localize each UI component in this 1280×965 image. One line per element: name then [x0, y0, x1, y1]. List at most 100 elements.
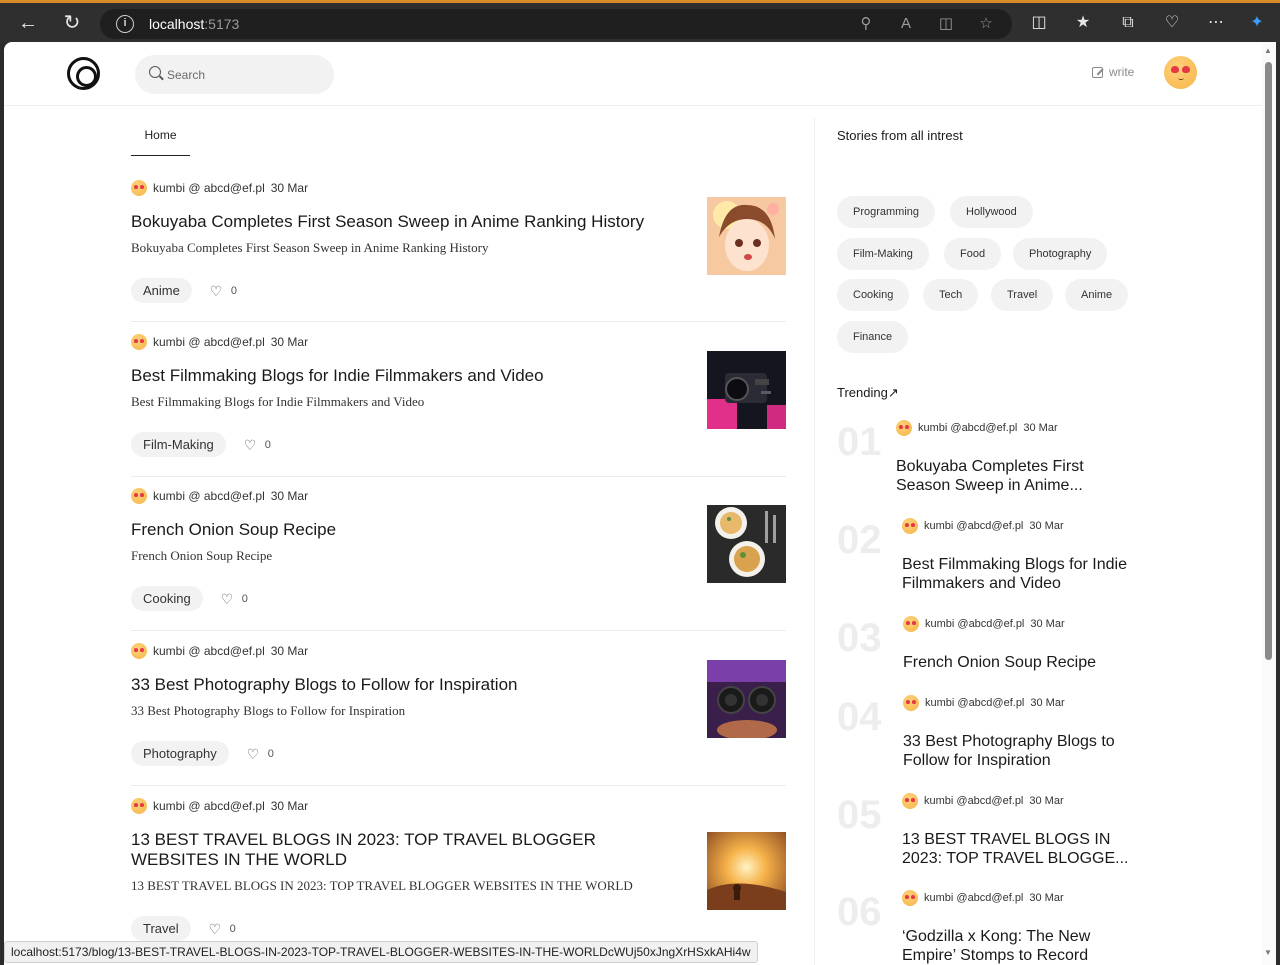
app-available-icon[interactable]: ◫ — [936, 14, 956, 34]
zoom-icon[interactable]: ⚲ — [856, 14, 876, 34]
interest-chip[interactable]: Tech — [923, 279, 979, 311]
browser-essentials-icon[interactable]: ♡ — [1160, 11, 1184, 35]
post-thumbnail[interactable] — [707, 832, 786, 910]
trending-meta: kumbi @abcd@ef.pl 30 Mar — [903, 616, 1065, 632]
address-bar[interactable]: i localhost:5173 ⚲ A ◫ ☆ — [100, 9, 1012, 39]
post-title[interactable]: 13 BEST TRAVEL BLOGS IN 2023: TOP TRAVEL… — [131, 830, 686, 870]
post-card[interactable]: kumbi @ abcd@ef.pl 30 Mar 13 BEST TRAVEL… — [131, 798, 786, 941]
scrollbar-thumb[interactable] — [1265, 62, 1272, 660]
post-card[interactable]: kumbi @ abcd@ef.pl 30 Mar Best Filmmakin… — [131, 334, 786, 457]
post-title[interactable]: French Onion Soup Recipe — [131, 520, 686, 540]
trending-date: 30 Mar — [1030, 697, 1065, 709]
post-author[interactable]: kumbi @ abcd@ef.pl — [153, 799, 265, 813]
author-avatar-icon — [902, 793, 918, 809]
post-date: 30 Mar — [270, 489, 309, 503]
trending-author: kumbi @abcd@ef.pl — [925, 697, 1025, 709]
trending-author: kumbi @abcd@ef.pl — [924, 892, 1024, 904]
browser-toolbar: ← ↻ i localhost:5173 ⚲ A ◫ ☆ ◫ ★ ⧉ ♡ ⋯ ✦ — [0, 0, 1280, 42]
camera-image — [707, 351, 786, 429]
trending-rank: 05 — [837, 793, 882, 837]
trending-title[interactable]: Bokuyaba Completes First Season Sweep in… — [896, 457, 1136, 495]
avatar[interactable] — [1164, 56, 1197, 89]
scroll-up-arrow-icon[interactable]: ▲ — [1264, 46, 1272, 55]
like-button[interactable]: ♡ 0 — [221, 592, 248, 606]
site-logo[interactable] — [67, 57, 100, 90]
trending-title[interactable]: Best Filmmaking Blogs for Indie Filmmake… — [902, 555, 1142, 593]
trending-heading: Trending↗ — [837, 385, 899, 400]
post-title[interactable]: Best Filmmaking Blogs for Indie Filmmake… — [131, 366, 686, 386]
post-title[interactable]: Bokuyaba Completes First Season Sweep in… — [131, 212, 686, 232]
post-tag[interactable]: Anime — [131, 278, 192, 303]
post-thumbnail[interactable] — [707, 351, 786, 429]
trending-meta: kumbi @abcd@ef.pl 30 Mar — [903, 695, 1065, 711]
address-url[interactable]: localhost:5173 — [149, 16, 239, 32]
post-thumbnail[interactable] — [707, 660, 786, 738]
interest-chip[interactable]: Travel — [991, 279, 1054, 311]
author-avatar-icon — [903, 695, 919, 711]
post-date: 30 Mar — [270, 181, 309, 195]
trending-title[interactable]: French Onion Soup Recipe — [903, 653, 1143, 672]
copilot-icon[interactable]: ✦ — [1245, 11, 1269, 35]
trending-meta: kumbi @abcd@ef.pl 30 Mar — [902, 518, 1064, 534]
like-button[interactable]: ♡ 0 — [209, 282, 237, 299]
heart-icon: ♡ — [209, 282, 223, 299]
post-tag[interactable]: Travel — [131, 916, 191, 941]
trending-author: kumbi @abcd@ef.pl — [924, 520, 1024, 532]
trending-title[interactable]: 13 BEST TRAVEL BLOGS IN 2023: TOP TRAVEL… — [902, 830, 1142, 868]
scroll-down-arrow-icon[interactable]: ▼ — [1264, 948, 1272, 957]
like-button[interactable]: ♡ 0 — [247, 747, 274, 761]
back-icon[interactable]: ← — [14, 9, 42, 37]
post-card[interactable]: kumbi @ abcd@ef.pl 30 Mar French Onion S… — [131, 488, 786, 611]
read-aloud-icon[interactable]: A — [896, 14, 916, 34]
site-info-icon[interactable]: i — [116, 15, 134, 33]
interest-chip[interactable]: Anime — [1065, 279, 1129, 311]
interest-chip[interactable]: Programming — [837, 196, 936, 228]
interest-chip[interactable]: Food — [944, 238, 1002, 270]
author-avatar-icon — [131, 180, 147, 196]
post-tag[interactable]: Cooking — [131, 586, 203, 611]
search-input[interactable] — [167, 65, 317, 85]
favorites-icon[interactable]: ★ — [1071, 11, 1095, 35]
like-count: 0 — [229, 922, 236, 935]
trending-title[interactable]: 33 Best Photography Blogs to Follow for … — [903, 732, 1143, 770]
like-count: 0 — [264, 438, 271, 451]
trending-rank: 04 — [837, 695, 882, 739]
post-author[interactable]: kumbi @ abcd@ef.pl — [153, 644, 265, 658]
post-meta: kumbi @ abcd@ef.pl 30 Mar — [131, 643, 786, 659]
post-thumbnail[interactable] — [707, 197, 786, 275]
trending-date: 30 Mar — [1023, 422, 1058, 434]
post-date: 30 Mar — [270, 799, 309, 813]
like-button[interactable]: ♡ 0 — [209, 922, 236, 936]
trending-date: 30 Mar — [1029, 795, 1064, 807]
refresh-icon[interactable]: ↻ — [58, 9, 86, 37]
favorite-star-icon[interactable]: ☆ — [976, 14, 996, 34]
split-screen-icon[interactable]: ◫ — [1027, 11, 1051, 35]
interest-chip[interactable]: Cooking — [837, 279, 910, 311]
collections-icon[interactable]: ⧉ — [1116, 11, 1140, 35]
post-tag[interactable]: Film-Making — [131, 432, 226, 457]
author-avatar-icon — [903, 616, 919, 632]
trending-meta: kumbi @abcd@ef.pl 30 Mar — [902, 793, 1064, 809]
interest-chip[interactable]: Hollywood — [950, 196, 1033, 228]
write-button[interactable]: write — [1092, 65, 1134, 79]
trending-author: kumbi @abcd@ef.pl — [925, 618, 1025, 630]
trending-title[interactable]: ‘Godzilla x Kong: The New Empire’ Stomps… — [902, 927, 1142, 965]
post-card[interactable]: kumbi @ abcd@ef.pl 30 Mar Bokuyaba Compl… — [131, 180, 786, 303]
post-title[interactable]: 33 Best Photography Blogs to Follow for … — [131, 675, 686, 695]
like-count: 0 — [230, 284, 237, 297]
post-author[interactable]: kumbi @ abcd@ef.pl — [153, 181, 265, 195]
post-thumbnail[interactable] — [707, 505, 786, 583]
post-card[interactable]: kumbi @ abcd@ef.pl 30 Mar 33 Best Photog… — [131, 643, 786, 766]
tab-home[interactable]: Home — [131, 120, 190, 156]
search-box[interactable] — [135, 55, 334, 94]
post-author[interactable]: kumbi @ abcd@ef.pl — [153, 335, 265, 349]
like-button[interactable]: ♡ 0 — [244, 438, 271, 452]
interest-chip[interactable]: Photography — [1013, 238, 1108, 270]
post-tag[interactable]: Photography — [131, 741, 229, 766]
post-description: 13 BEST TRAVEL BLOGS IN 2023: TOP TRAVEL… — [131, 878, 633, 893]
interest-chip[interactable]: Film-Making — [837, 238, 929, 270]
interest-chip[interactable]: Finance — [837, 321, 909, 353]
post-author[interactable]: kumbi @ abcd@ef.pl — [153, 489, 265, 503]
more-menu-icon[interactable]: ⋯ — [1204, 11, 1228, 35]
interests-heading: Stories from all intrest — [837, 128, 963, 143]
